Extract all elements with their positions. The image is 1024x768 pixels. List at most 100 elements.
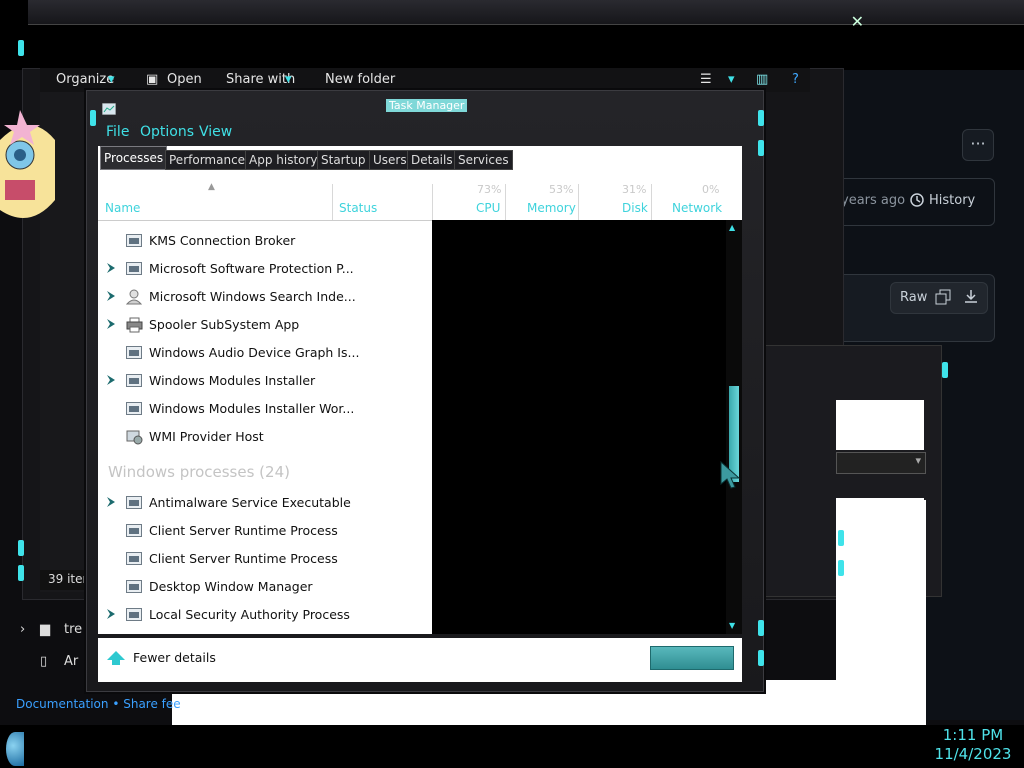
process-name: WMI Provider Host [149,429,264,444]
preview-pane-icon[interactable]: ▥ [756,72,768,87]
mouse-cursor-icon [720,460,741,489]
process-row[interactable]: KMS Connection Broker [98,227,432,255]
frame-accent-icon [18,540,24,556]
background-window-titlebar [28,0,1024,25]
column-disk[interactable]: Disk [622,201,648,215]
cpu-percent: 73% [477,183,502,196]
process-row[interactable]: Desktop Window Manager [98,573,432,601]
tree-item-label[interactable]: tre [64,622,82,637]
history-link[interactable]: History [929,193,975,208]
system-clock[interactable]: 1:11 PM 11/4/2023 [928,726,1018,768]
end-task-button[interactable] [650,646,734,670]
organize-button[interactable]: Organize [56,72,114,87]
app-window-icon [126,374,142,387]
collapse-arrow-icon[interactable] [106,650,126,666]
window-title: Task Manager [386,99,468,112]
commit-age-text: years ago [841,193,906,208]
menu-view[interactable]: View [199,124,232,140]
history-icon [909,192,925,212]
start-orb-icon[interactable] [6,732,24,766]
download-icon[interactable] [963,289,979,309]
menu-bar: File Options View [98,121,742,143]
tab-details[interactable]: Details [407,150,457,170]
process-row[interactable]: Client Server Runtime Process [98,517,432,545]
tab-services[interactable]: Services [454,150,513,170]
tab-performance[interactable]: Performance [165,150,250,170]
tree-item-label[interactable]: Ar [64,654,78,669]
process-row[interactable]: Microsoft Windows Search Inde... [98,283,432,311]
column-network[interactable]: Network [672,201,722,215]
explorer-toolbar: Organize ▾ ▣ Open Share with ▾ New folde… [40,68,810,92]
printer-icon [126,317,143,333]
scroll-up-icon[interactable]: ▲ [729,223,735,232]
tab-startup[interactable]: Startup [317,150,370,170]
memory-percent: 53% [549,183,574,196]
column-name[interactable]: Name [105,201,140,215]
column-divider [432,184,433,220]
process-row[interactable]: WMI Provider Host [98,423,432,451]
open-icon: ▣ [146,72,159,87]
process-name: Desktop Window Manager [149,579,313,594]
file-icon: ▯ [40,654,48,669]
process-name: Windows Modules Installer Wor... [149,401,355,416]
expand-arrow-icon[interactable] [106,262,116,274]
process-row[interactable]: Windows Modules Installer [98,367,432,395]
view-options-icon[interactable]: ☰ [700,72,712,87]
close-icon[interactable]: ✕ [851,12,864,31]
chevron-down-icon: ▾ [108,72,115,87]
frame-accent-icon [758,110,764,126]
frame-accent-icon [18,565,24,581]
expand-arrow-icon[interactable] [106,318,116,330]
frame-accent-icon [942,362,948,378]
more-options-button[interactable]: ··· [962,129,994,161]
column-status[interactable]: Status [339,201,377,215]
process-name: Microsoft Software Protection P... [149,261,354,276]
expand-arrow-icon[interactable] [106,608,116,620]
process-row[interactable]: Antimalware Service Executable [98,489,432,517]
process-name: Local Security Authority Process [149,607,350,622]
taskbar [0,725,1024,768]
expand-arrow-icon[interactable] [106,496,116,508]
side-window-content [836,400,924,450]
process-row[interactable]: Windows Audio Device Graph Is... [98,339,432,367]
file-actions: Raw [890,282,988,314]
open-button[interactable]: Open [167,72,202,87]
app-window-icon [126,346,142,359]
menu-options[interactable]: Options [140,124,194,140]
chevron-down-icon: ▾ [728,72,735,87]
expand-arrow-icon[interactable] [106,374,116,386]
app-window-icon [126,524,142,537]
process-row[interactable]: Client Server Runtime Process [98,545,432,573]
column-memory[interactable]: Memory [527,201,576,215]
expand-arrow-icon[interactable] [106,290,116,302]
column-cpu[interactable]: CPU [476,201,500,215]
editor-pane-edge [920,500,926,725]
raw-button[interactable]: Raw [900,290,927,305]
column-divider [578,184,579,220]
process-name: Spooler SubSystem App [149,317,300,332]
clock-time: 1:11 PM [942,726,1004,744]
scroll-down-icon[interactable]: ▼ [729,621,735,630]
app-window-icon [126,262,142,275]
process-row[interactable]: Windows Modules Installer Wor... [98,395,432,423]
fewer-details-link[interactable]: Fewer details [133,650,216,665]
tab-users[interactable]: Users [369,150,411,170]
user-search-icon [126,289,143,305]
process-row[interactable]: Local Security Authority Process [98,601,432,629]
wmi-icon [126,430,143,445]
new-folder-button[interactable]: New folder [325,72,395,87]
process-name: Windows Audio Device Graph Is... [149,345,360,360]
tab-processes[interactable]: Processes [100,146,168,170]
side-window-combo[interactable]: ▾ [836,452,926,474]
help-icon[interactable]: ? [792,72,799,87]
copy-icon[interactable] [935,289,951,309]
group-header[interactable]: Windows processes (24) [108,463,290,481]
column-divider [505,184,506,220]
footer-links[interactable]: Documentation • Share fee [16,697,181,711]
menu-file[interactable]: File [106,124,129,140]
tab-app-history[interactable]: App history [245,150,322,170]
chevron-right-icon[interactable]: › [20,622,25,637]
process-row[interactable]: Microsoft Software Protection P... [98,255,432,283]
sort-up-icon: ▲ [208,182,215,192]
process-row[interactable]: Spooler SubSystem App [98,311,432,339]
